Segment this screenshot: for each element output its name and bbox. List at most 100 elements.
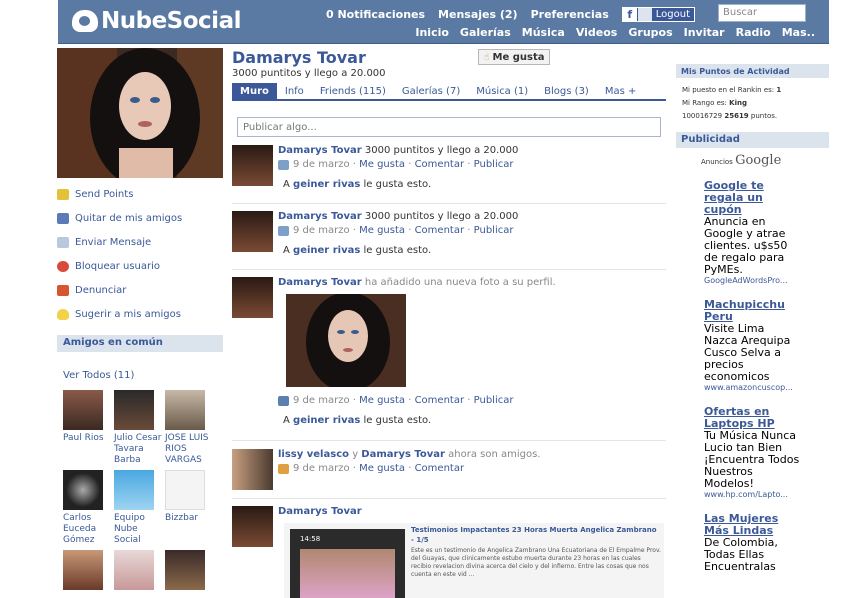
friend-card[interactable]: Paul Rios <box>63 390 113 466</box>
ads-by-google[interactable]: Anuncios Google <box>676 148 829 180</box>
friend-card[interactable] <box>63 550 113 593</box>
logout-button[interactable]: f Logout <box>621 7 695 22</box>
ad-item[interactable]: Google te regala un cupón Anuncia en Goo… <box>676 180 800 286</box>
friend-name[interactable]: JOSE LUIS RIOS VARGAS <box>165 433 209 465</box>
friend-card[interactable]: Carlos Euceda Gómez <box>63 470 113 546</box>
author-avatar[interactable] <box>232 506 273 547</box>
friend-name[interactable]: Equipo Nube Social <box>114 513 145 545</box>
friend-avatar[interactable] <box>165 470 205 510</box>
view-all-friends-link[interactable]: Ver Todos (11) <box>63 370 134 381</box>
profile-main: Damarys Tovar 3000 puntitos y llego a 20… <box>232 48 668 137</box>
friend-avatar[interactable] <box>165 390 205 430</box>
like-link[interactable]: Me gusta <box>359 159 405 170</box>
block-user-action[interactable]: Bloquear usuario <box>57 254 223 278</box>
video-thumbnail[interactable]: 14:58 <box>290 529 405 598</box>
friend-card[interactable] <box>114 550 164 593</box>
nav-mas[interactable]: Mas.. <box>782 26 815 39</box>
report-action[interactable]: Denunciar <box>57 278 223 302</box>
liker-name[interactable]: geiner rivas <box>293 415 360 426</box>
suggest-friends-action[interactable]: Sugerir a mis amigos <box>57 302 223 326</box>
friend-name[interactable]: Bizzbar <box>165 513 198 523</box>
nav-musica[interactable]: Música <box>522 26 565 39</box>
ad-title[interactable]: Ofertas en Laptops HP <box>704 406 800 430</box>
nav-radio[interactable]: Radio <box>736 26 771 39</box>
tab-mas[interactable]: Mas + <box>597 83 645 99</box>
like-link[interactable]: Me gusta <box>359 463 405 474</box>
friend2-name[interactable]: Damarys Tovar <box>361 449 445 460</box>
ad-url[interactable]: GoogleAdWordsPro... <box>704 276 800 285</box>
author-name[interactable]: Damarys Tovar <box>278 506 362 517</box>
friend-avatar[interactable] <box>114 470 154 510</box>
author-avatar[interactable] <box>232 211 273 252</box>
video-title[interactable]: Testimonios Impactantes 23 Horas Muerta … <box>411 525 661 545</box>
tab-galerias[interactable]: Galerías (7) <box>394 83 468 99</box>
notifications-link[interactable]: 0 Notificaciones <box>326 8 425 21</box>
author-name[interactable]: Damarys Tovar <box>278 277 362 288</box>
tab-blogs[interactable]: Blogs (3) <box>536 83 597 99</box>
preferences-link[interactable]: Preferencias <box>531 8 609 21</box>
friend-card[interactable]: Equipo Nube Social <box>114 470 164 546</box>
profile-photo[interactable] <box>57 48 223 178</box>
post-input[interactable]: Publicar algo... <box>237 117 661 137</box>
friend1-name[interactable]: lissy velasco <box>278 449 349 460</box>
comment-link[interactable]: Comentar <box>415 159 465 170</box>
friend-avatar[interactable] <box>114 550 154 590</box>
comment-link[interactable]: Comentar <box>415 395 465 406</box>
nav-invitar[interactable]: Invitar <box>684 26 725 39</box>
like-link[interactable]: Me gusta <box>359 395 405 406</box>
friend-avatar[interactable] <box>165 550 205 590</box>
send-points-action[interactable]: Send Points <box>57 182 223 206</box>
comment-link[interactable]: Comentar <box>415 225 465 236</box>
like-link[interactable]: Me gusta <box>359 225 405 236</box>
friend-name[interactable]: Paul Rios <box>63 433 104 443</box>
friend-name[interactable]: Carlos Euceda Gómez <box>63 513 96 545</box>
friend-name[interactable]: Julio Cesar Tavara Barba <box>114 433 161 465</box>
activity-points-heading: Mis Puntos de Actividad <box>676 64 829 78</box>
friend-card[interactable] <box>165 550 215 593</box>
friend-avatar[interactable] <box>63 550 103 590</box>
remove-friend-action[interactable]: Quitar de mis amigos <box>57 206 223 230</box>
publish-link[interactable]: Publicar <box>474 225 514 236</box>
send-message-action[interactable]: Enviar Mensaje <box>57 230 223 254</box>
ad-item[interactable]: Machupicchu Peru Visite Lima Nazca Arequ… <box>676 299 800 393</box>
like-page-button[interactable]: ☝ Me gusta <box>478 49 550 65</box>
author-avatar[interactable] <box>232 145 273 186</box>
publish-link[interactable]: Publicar <box>474 395 514 406</box>
friend-card[interactable]: JOSE LUIS RIOS VARGAS <box>165 390 215 466</box>
tab-friends[interactable]: Friends (115) <box>312 83 394 99</box>
nav-grupos[interactable]: Grupos <box>628 26 672 39</box>
tab-muro[interactable]: Muro <box>232 83 277 99</box>
liker-name[interactable]: geiner rivas <box>293 245 360 256</box>
site-logo[interactable]: NubeSocial <box>72 8 241 34</box>
ad-item[interactable]: Las Mujeres Más Lindas De Colombia, Toda… <box>676 513 800 573</box>
author-avatar[interactable] <box>232 277 273 318</box>
publish-link[interactable]: Publicar <box>474 159 514 170</box>
friend-card[interactable]: Julio Cesar Tavara Barba <box>114 390 164 466</box>
ad-url[interactable]: www.hp.com/Lapto... <box>704 490 800 499</box>
friend-avatar[interactable] <box>63 470 103 510</box>
tab-info[interactable]: Info <box>277 83 312 99</box>
author-name[interactable]: Damarys Tovar <box>278 211 362 222</box>
ad-url[interactable]: www.amazoncuscop... <box>704 383 800 392</box>
nav-inicio[interactable]: Inicio <box>415 26 449 39</box>
friend-avatar[interactable] <box>63 390 103 430</box>
video-duration: 14:58 <box>300 535 321 543</box>
friend-card[interactable]: Bizzbar <box>165 470 215 546</box>
post-date: 9 de marzo <box>293 225 350 236</box>
nav-galerias[interactable]: Galerías <box>460 26 511 39</box>
ad-title[interactable]: Las Mujeres Más Lindas <box>704 513 800 537</box>
friend-avatar[interactable] <box>114 390 154 430</box>
video-embed[interactable]: 14:58 Testimonios Impactantes 23 Horas M… <box>284 523 664 598</box>
author-name[interactable]: Damarys Tovar <box>278 145 362 156</box>
search-input[interactable]: Buscar <box>718 4 806 22</box>
ad-item[interactable]: Ofertas en Laptops HP Tu Música Nunca Lu… <box>676 406 800 500</box>
posted-photo[interactable] <box>286 294 406 387</box>
comment-link[interactable]: Comentar <box>415 463 465 474</box>
tab-musica[interactable]: Música (1) <box>468 83 536 99</box>
nav-videos[interactable]: Videos <box>576 26 618 39</box>
ad-title[interactable]: Machupicchu Peru <box>704 299 800 323</box>
messages-link[interactable]: Mensajes (2) <box>438 8 518 21</box>
liker-name[interactable]: geiner rivas <box>293 179 360 190</box>
ad-title[interactable]: Google te regala un cupón <box>704 180 800 216</box>
author-avatar[interactable] <box>232 449 273 490</box>
